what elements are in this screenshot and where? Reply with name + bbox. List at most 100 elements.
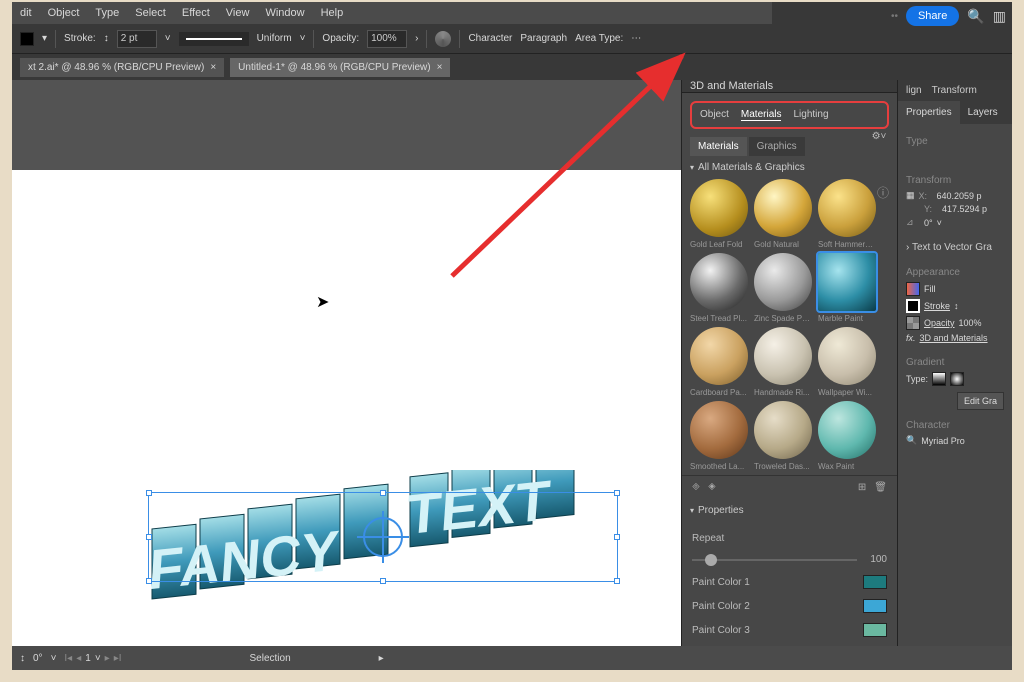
prev-page-icon[interactable]: ◂ xyxy=(76,653,81,664)
menu-window[interactable]: Window xyxy=(265,7,304,19)
color-swatch[interactable] xyxy=(863,575,887,589)
tab-object[interactable]: Object xyxy=(700,109,729,121)
align-label[interactable]: lign xyxy=(906,85,922,96)
resize-handle[interactable] xyxy=(614,578,620,584)
first-page-icon[interactable]: I◂ xyxy=(64,653,72,664)
share-button[interactable]: Share xyxy=(906,6,959,26)
tab-lighting[interactable]: Lighting xyxy=(793,109,828,121)
y-value[interactable]: 417.5294 p xyxy=(942,204,987,214)
edit-gradient-button[interactable]: Edit Gra xyxy=(957,392,1004,410)
panel-options-icon[interactable]: ⚙˅ xyxy=(863,124,895,148)
resize-handle[interactable] xyxy=(614,490,620,496)
menu-object[interactable]: Object xyxy=(48,7,80,19)
stroke-spinner[interactable]: ↕ xyxy=(104,33,109,44)
menu-effect[interactable]: Effect xyxy=(182,7,210,19)
dropdown-icon[interactable]: ˅ xyxy=(300,33,306,44)
chevron-icon[interactable]: ▸ xyxy=(379,653,384,664)
search-icon[interactable]: 🔍 xyxy=(906,435,917,446)
menu-edit[interactable]: dit xyxy=(20,7,32,19)
color-swatch[interactable] xyxy=(863,599,887,613)
menu-help[interactable]: Help xyxy=(321,7,344,19)
material-item[interactable]: Troweled Das... xyxy=(754,401,812,471)
material-item[interactable]: Smoothed La... xyxy=(690,401,748,471)
fill-swatch[interactable] xyxy=(20,32,34,46)
resize-handle[interactable] xyxy=(146,490,152,496)
opacity-swatch[interactable] xyxy=(906,316,920,330)
material-item[interactable]: Handmade Ri... xyxy=(754,327,812,397)
fx-3d-link[interactable]: 3D and Materials xyxy=(920,333,988,343)
stroke-preview[interactable] xyxy=(179,32,249,46)
rotation-target-icon[interactable] xyxy=(363,517,403,557)
radial-gradient-icon[interactable] xyxy=(950,372,964,386)
font-name[interactable]: Myriad Pro xyxy=(921,436,965,446)
menu-type[interactable]: Type xyxy=(95,7,119,19)
document-tab[interactable]: Untitled-1* @ 48.96 % (RGB/CPU Preview) … xyxy=(230,58,450,77)
color-swatch[interactable] xyxy=(863,623,887,637)
info-icon[interactable]: ⓘ xyxy=(877,184,889,201)
repeat-slider[interactable] xyxy=(692,559,857,561)
section-all-materials[interactable]: All Materials & Graphics xyxy=(682,156,897,179)
subtab-graphics[interactable]: Graphics xyxy=(749,137,805,156)
add-icon[interactable]: ⊞ xyxy=(858,482,866,493)
dropdown-icon[interactable]: ˅ xyxy=(95,653,101,664)
dropdown-icon[interactable]: ˅ xyxy=(51,653,57,664)
material-item[interactable]: Steel Tread Pl... xyxy=(690,253,748,323)
fill-swatch[interactable] xyxy=(906,282,920,296)
linear-gradient-icon[interactable] xyxy=(932,372,946,386)
material-item[interactable]: Marble Paint xyxy=(818,253,876,323)
transform-label[interactable]: Transform xyxy=(932,85,977,96)
material-item[interactable]: Gold Natural xyxy=(754,179,812,249)
section-properties[interactable]: Properties xyxy=(682,499,897,522)
resize-handle[interactable] xyxy=(380,578,386,584)
x-value[interactable]: 640.2059 p xyxy=(937,191,982,201)
arrange-icon[interactable]: ▥ xyxy=(993,8,1006,25)
close-icon[interactable]: × xyxy=(437,62,443,73)
close-icon[interactable]: × xyxy=(210,62,216,73)
stroke-link[interactable]: Stroke xyxy=(924,301,950,311)
tab-layers[interactable]: Layers xyxy=(960,101,1006,124)
stroke-value-input[interactable] xyxy=(117,30,157,48)
rotate-spinner[interactable]: ↕ xyxy=(20,653,25,664)
canvas-area[interactable]: ➤ xyxy=(12,80,681,646)
last-page-icon[interactable]: ▸I xyxy=(114,653,122,664)
resize-handle[interactable] xyxy=(146,534,152,540)
opacity-input[interactable] xyxy=(367,30,407,48)
material-item[interactable]: Cardboard Pa... xyxy=(690,327,748,397)
tab-materials[interactable]: Materials xyxy=(741,109,782,121)
selection-bounding-box[interactable] xyxy=(148,492,618,582)
paragraph-panel-link[interactable]: Paragraph xyxy=(520,33,567,44)
rotation-value[interactable]: 0° xyxy=(924,218,933,228)
trash-icon[interactable]: 🗑 xyxy=(874,482,887,493)
swatch-dropdown-icon[interactable]: ▾ xyxy=(42,33,47,44)
next-page-icon[interactable]: ▸ xyxy=(105,653,110,664)
overflow-icon[interactable]: ⋯ xyxy=(631,33,641,44)
search-icon[interactable]: 🔍 xyxy=(967,8,984,25)
text-to-vector-link[interactable]: › Text to Vector Gra xyxy=(906,242,1004,253)
subtab-materials[interactable]: Materials xyxy=(690,137,747,156)
artboard[interactable]: ➤ xyxy=(12,170,681,646)
material-item[interactable]: Wallpaper Wi... xyxy=(818,327,876,397)
menu-view[interactable]: View xyxy=(226,7,250,19)
cube-icon[interactable]: 🞜 xyxy=(692,482,700,493)
chevron-icon[interactable]: › xyxy=(415,33,418,44)
menu-select[interactable]: Select xyxy=(135,7,166,19)
resize-handle[interactable] xyxy=(614,534,620,540)
anchor-widget-icon[interactable]: ▦ xyxy=(906,190,915,201)
character-panel-link[interactable]: Character xyxy=(468,33,512,44)
document-tab[interactable]: xt 2.ai* @ 48.96 % (RGB/CPU Preview) × xyxy=(20,58,224,77)
tab-properties[interactable]: Properties xyxy=(898,101,960,124)
stack-icon[interactable]: 🞛 xyxy=(708,482,716,493)
material-item[interactable]: Soft Hammere... xyxy=(818,179,876,249)
resize-handle[interactable] xyxy=(146,578,152,584)
stroke-swatch[interactable] xyxy=(906,299,920,313)
selected-object[interactable]: FANCY TEXT xyxy=(142,470,632,640)
page-number[interactable]: 1 xyxy=(85,653,91,664)
opacity-link[interactable]: Opacity xyxy=(924,318,955,328)
material-item[interactable]: Wax Paint xyxy=(818,401,876,471)
stroke-style-label[interactable]: Uniform xyxy=(257,33,292,44)
stroke-spinner[interactable]: ↕ xyxy=(954,301,959,311)
material-item[interactable]: Zinc Spade Pa... xyxy=(754,253,812,323)
resize-handle[interactable] xyxy=(380,490,386,496)
material-item[interactable]: Gold Leaf Fold xyxy=(690,179,748,249)
recolor-icon[interactable] xyxy=(435,31,451,47)
